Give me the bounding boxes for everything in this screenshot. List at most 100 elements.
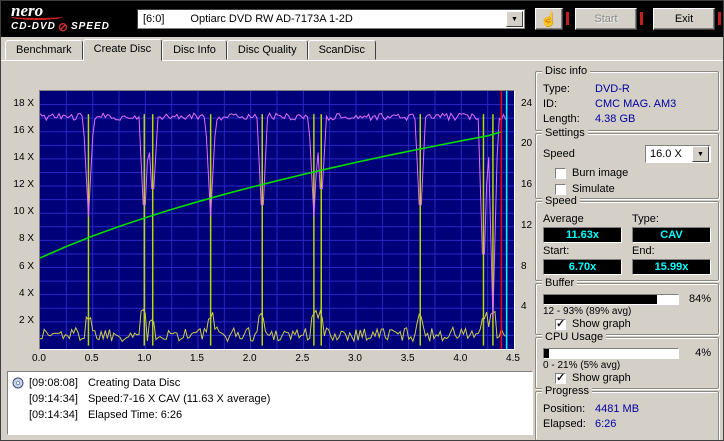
app-window: nero CD-DVD ⊘ SPEED [6:0] Optiarc DVD RW… <box>0 0 724 441</box>
buffer-show-graph-label: Show graph <box>572 318 631 330</box>
log-message: Creating Data Disc <box>88 377 180 389</box>
y-axis-tick-label: 16 <box>521 179 532 190</box>
y-axis-left-labels: 18 X16 X14 X12 X10 X8 X6 X4 X2 X <box>7 90 37 348</box>
start-button[interactable]: Start <box>575 8 637 30</box>
y-axis-tick-label: 20 <box>521 138 532 149</box>
disc-slash-icon: ⊘ <box>58 22 69 32</box>
x-axis-tick-label: 1.0 <box>137 353 151 364</box>
tab-strip: Benchmark Create Disc Disc Info Disc Qua… <box>1 39 724 61</box>
drive-name: Optiarc DVD RW AD-7173A 1-2D <box>190 13 506 25</box>
x-axis-labels: 0.00.51.01.52.02.53.03.54.04.5 <box>39 353 515 365</box>
log-row: [09:08:08] Creating Data Disc <box>12 375 528 391</box>
disc-icon <box>12 377 29 389</box>
x-axis-tick-label: 3.0 <box>348 353 362 364</box>
log-row: [09:14:34] Elapsed Time: 6:26 <box>12 407 528 423</box>
drive-selector-combobox[interactable]: [6:0] Optiarc DVD RW AD-7173A 1-2D ▼ <box>137 9 525 29</box>
position-label: Position: <box>543 403 595 415</box>
hand-pointer-button[interactable]: ☝ <box>535 8 563 30</box>
disc-type-label: Type: <box>543 83 595 95</box>
average-label: Average <box>543 213 622 225</box>
cpu-usage-group: CPU Usage 4% 0 - 21% (5% avg) Show graph <box>535 337 719 389</box>
buffer-progressbar <box>543 294 679 305</box>
settings-group: Settings Speed 16.0 X ▼ Burn image Simul… <box>535 133 719 199</box>
burn-image-checkbox[interactable] <box>555 168 566 179</box>
buffer-bar-fill <box>544 295 657 304</box>
tab-disc-info[interactable]: Disc Info <box>162 40 227 60</box>
red-accent <box>718 12 721 25</box>
log-timestamp: [09:14:34] <box>29 409 78 421</box>
tab-scandisc[interactable]: ScanDisc <box>308 40 376 60</box>
simulate-label: Simulate <box>572 183 615 195</box>
disc-length-value: 4.38 GB <box>595 113 711 125</box>
progress-group: Progress Position: 4481 MB Elapsed: 6:26 <box>535 391 719 441</box>
red-accent <box>566 12 569 25</box>
buffer-group: Buffer 84% 12 - 93% (89% avg) Show graph <box>535 283 719 335</box>
y-axis-tick-label: 4 <box>521 301 527 312</box>
buffer-show-graph-checkbox[interactable] <box>555 319 566 330</box>
buffer-range-text: 12 - 93% (89% avg) <box>543 306 711 317</box>
cpu-show-graph-label: Show graph <box>572 372 631 384</box>
disc-length-label: Length: <box>543 113 595 125</box>
speed-setting-label: Speed <box>543 148 575 160</box>
log-timestamp: [09:08:08] <box>29 377 78 389</box>
y-axis-tick-label: 12 X <box>13 179 34 190</box>
group-title: Disc info <box>542 65 590 77</box>
dropdown-arrow-icon[interactable]: ▼ <box>506 11 523 27</box>
tab-create-disc[interactable]: Create Disc <box>83 39 162 61</box>
elapsed-value: 6:26 <box>595 418 711 430</box>
x-axis-tick-label: 1.5 <box>190 353 204 364</box>
disc-id-value: CMC MAG. AM3 <box>595 98 711 110</box>
x-axis-tick-label: 2.5 <box>295 353 309 364</box>
x-axis-tick-label: 3.5 <box>401 353 415 364</box>
y-axis-tick-label: 14 X <box>13 152 34 163</box>
red-accent <box>640 12 643 25</box>
speed-select[interactable]: 16.0 X ▼ <box>645 145 711 163</box>
x-axis-tick-label: 0.0 <box>32 353 46 364</box>
speed-chart <box>39 90 515 350</box>
end-label: End: <box>632 245 711 257</box>
average-value: 11.63x <box>543 227 622 243</box>
y-axis-tick-label: 12 <box>521 220 532 231</box>
cpu-percent: 4% <box>685 347 711 359</box>
end-value: 15.99x <box>632 259 711 275</box>
y-axis-tick-label: 8 X <box>19 233 34 244</box>
y-axis-tick-label: 16 X <box>13 125 34 136</box>
cpu-range-text: 0 - 21% (5% avg) <box>543 360 711 371</box>
cpu-show-graph-checkbox[interactable] <box>555 373 566 384</box>
x-axis-tick-label: 4.0 <box>453 353 467 364</box>
right-panel: Disc info Type: DVD-R ID: CMC MAG. AM3 L… <box>535 63 719 441</box>
product-name: CD-DVD ⊘ SPEED <box>11 21 110 32</box>
group-title: Buffer <box>542 277 577 289</box>
exit-button[interactable]: Exit <box>653 8 715 30</box>
group-title: Progress <box>542 385 592 397</box>
speed-select-value: 16.0 X <box>646 148 692 160</box>
disc-info-group: Disc info Type: DVD-R ID: CMC MAG. AM3 L… <box>535 71 719 131</box>
group-title: Settings <box>542 127 588 139</box>
type-label: Type: <box>632 213 711 225</box>
tab-disc-quality[interactable]: Disc Quality <box>227 40 308 60</box>
position-value: 4481 MB <box>595 403 711 415</box>
event-log: [09:08:08] Creating Data Disc [09:14:34]… <box>7 371 533 435</box>
nero-logo: nero CD-DVD ⊘ SPEED <box>11 2 110 32</box>
start-label: Start: <box>543 245 622 257</box>
speed-group: Speed Average Type: 11.63x CAV Start: En… <box>535 201 719 281</box>
chart-area: 18 X16 X14 X12 X10 X8 X6 X4 X2 X 2420161… <box>7 65 535 438</box>
title-bar: nero CD-DVD ⊘ SPEED [6:0] Optiarc DVD RW… <box>1 1 724 37</box>
hand-pointer-icon: ☝ <box>540 11 557 28</box>
x-axis-tick-label: 0.5 <box>85 353 99 364</box>
dropdown-arrow-icon[interactable]: ▼ <box>692 146 709 162</box>
group-title: Speed <box>542 195 580 207</box>
cpu-bar-fill <box>544 349 549 358</box>
simulate-checkbox[interactable] <box>555 184 566 195</box>
log-timestamp: [09:14:34] <box>29 393 78 405</box>
y-axis-tick-label: 2 X <box>19 315 34 326</box>
disc-id-label: ID: <box>543 98 595 110</box>
burn-image-label: Burn image <box>572 167 628 179</box>
log-row: [09:14:34] Speed:7-16 X CAV (11.63 X ave… <box>12 391 528 407</box>
y-axis-tick-label: 6 X <box>19 261 34 272</box>
cpu-progressbar <box>543 348 679 359</box>
y-axis-tick-label: 4 X <box>19 288 34 299</box>
y-axis-tick-label: 18 X <box>13 98 34 109</box>
tab-benchmark[interactable]: Benchmark <box>5 40 83 60</box>
x-axis-tick-label: 2.0 <box>243 353 257 364</box>
